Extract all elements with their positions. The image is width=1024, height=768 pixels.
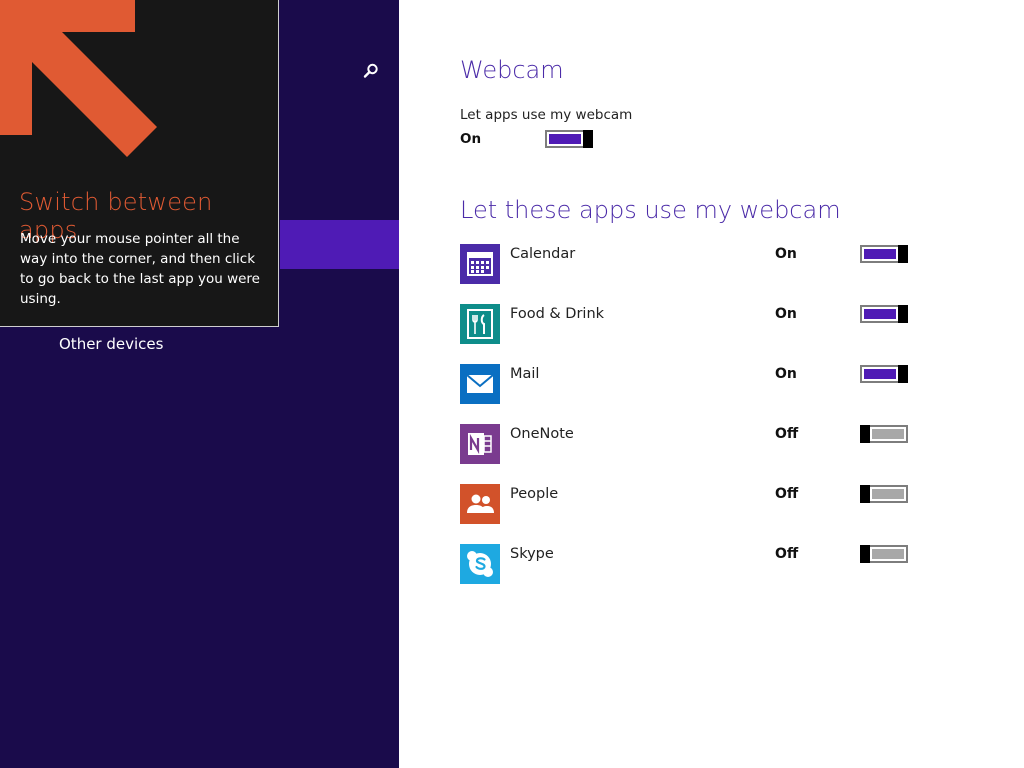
- toggle-thumb[interactable]: [583, 130, 593, 148]
- webcam-settings-pane: Webcam Let apps use my webcam On Let the…: [400, 0, 1024, 768]
- toggle-thumb[interactable]: [898, 365, 908, 383]
- skype-icon: [460, 544, 500, 584]
- app-name: Skype: [510, 546, 554, 562]
- nav-item-other-devices[interactable]: Other devices: [59, 335, 163, 353]
- app-row-mail: Mail On: [460, 364, 920, 406]
- toggle-track: [872, 549, 904, 559]
- app-state: Off: [775, 426, 799, 442]
- corner-arrow-icon: [0, 0, 157, 157]
- app-row-onenote: OneNote Off: [460, 424, 920, 466]
- calendar-icon: [460, 244, 500, 284]
- app-row-calendar: Calendar On: [460, 244, 920, 286]
- people-toggle[interactable]: [860, 485, 908, 503]
- mail-icon: [460, 364, 500, 404]
- app-state: On: [775, 366, 797, 382]
- selected-nav-item[interactable]: [280, 220, 399, 269]
- toggle-track: [864, 309, 896, 319]
- switch-apps-tip: Switch between apps Move your mouse poin…: [0, 0, 279, 327]
- app-state: Off: [775, 546, 799, 562]
- food-drink-toggle[interactable]: [860, 305, 908, 323]
- search-icon: [363, 63, 378, 78]
- toggle-thumb[interactable]: [860, 485, 870, 503]
- calendar-toggle[interactable]: [860, 245, 908, 263]
- app-state: On: [775, 306, 797, 322]
- toggle-track: [549, 134, 581, 144]
- toggle-thumb[interactable]: [898, 245, 908, 263]
- app-name: People: [510, 486, 559, 502]
- toggle-thumb[interactable]: [860, 425, 870, 443]
- mail-toggle[interactable]: [860, 365, 908, 383]
- section-title: Webcam: [460, 56, 564, 84]
- tip-body: Move your mouse pointer all the way into…: [20, 231, 260, 307]
- app-row-people: People Off: [460, 484, 920, 526]
- toggle-track: [864, 369, 896, 379]
- toggle-thumb[interactable]: [898, 305, 908, 323]
- apps-section-title: Let these apps use my webcam: [460, 196, 841, 224]
- app-name: Food & Drink: [510, 306, 605, 322]
- app-row-food-drink: Food & Drink On: [460, 304, 920, 346]
- toggle-track: [872, 429, 904, 439]
- toggle-thumb[interactable]: [860, 545, 870, 563]
- toggle-track: [864, 249, 896, 259]
- onenote-icon: [460, 424, 500, 464]
- onenote-toggle[interactable]: [860, 425, 908, 443]
- skype-toggle[interactable]: [860, 545, 908, 563]
- people-icon: [460, 484, 500, 524]
- app-name: Mail: [510, 366, 540, 382]
- search-button[interactable]: [358, 58, 384, 84]
- toggle-track: [872, 489, 904, 499]
- app-name: OneNote: [510, 426, 574, 442]
- app-name: Calendar: [510, 246, 576, 262]
- master-webcam-toggle[interactable]: [545, 130, 593, 148]
- master-toggle-label: Let apps use my webcam: [460, 107, 633, 123]
- app-state: On: [775, 246, 797, 262]
- app-row-skype: Skype Off: [460, 544, 920, 586]
- app-state: Off: [775, 486, 799, 502]
- master-toggle-state: On: [460, 131, 482, 147]
- food-drink-icon: [460, 304, 500, 344]
